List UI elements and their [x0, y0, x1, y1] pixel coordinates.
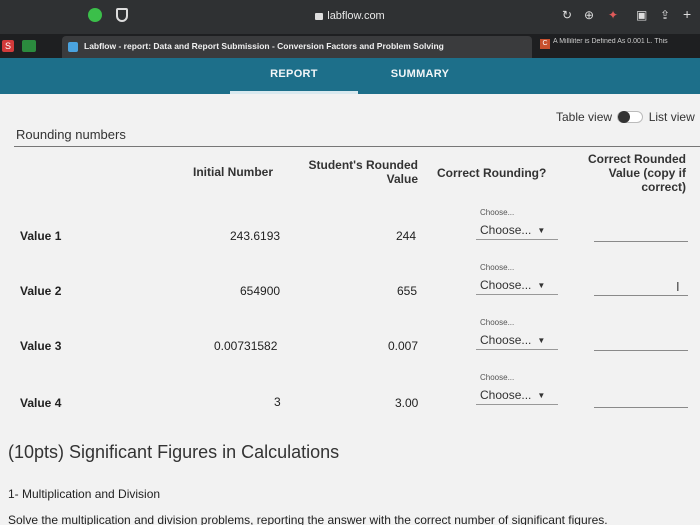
browser-toolbar: labflow.com ↻ ⊕ ✦ ▣ ⇪ + [0, 0, 700, 34]
correct-rounding-select-2[interactable]: Choose... Choose... ▼ [476, 263, 558, 295]
tab-report[interactable]: REPORT [230, 58, 358, 94]
section-divider [14, 146, 700, 147]
labflow-favicon-icon [68, 42, 78, 52]
new-tab-icon[interactable]: + [683, 6, 691, 22]
correct-value-input-4[interactable] [594, 392, 688, 408]
pinned-tab-green-icon[interactable] [22, 40, 36, 52]
chevron-down-icon: ▼ [537, 226, 546, 235]
select-label-4: Choose... [480, 388, 532, 402]
lock-icon [315, 13, 324, 20]
header-copy-line1: Correct Rounded [587, 152, 686, 166]
student-rounded-3: 0.007 [388, 339, 419, 353]
other-tab-title: A Milliliter is Defined As 0.001 L. This [553, 38, 668, 45]
chevron-down-icon: ▼ [537, 391, 546, 400]
header-student-rounded-line1: Student's Rounded [308, 158, 418, 172]
tab-summary[interactable]: SUMMARY [370, 58, 470, 94]
header-student-rounded-line2: Value [386, 172, 418, 186]
header-correct-rounded-value: Correct Rounded Value (copy if correct) [578, 152, 686, 194]
tab-strip: S Labflow - report: Data and Report Subm… [0, 34, 700, 58]
select-hint-4: Choose... [480, 373, 515, 382]
initial-number-1: 243.6193 [230, 229, 281, 243]
text-cursor-icon: I [676, 279, 680, 294]
row-label-value-3: Value 3 [20, 339, 62, 353]
instructions-text: Solve the multiplication and division pr… [8, 513, 608, 525]
select-label-2: Choose... [480, 278, 532, 292]
url-text: labflow.com [327, 10, 385, 22]
share-icon[interactable]: ⇪ [660, 8, 670, 22]
switch-knob [618, 111, 631, 123]
initial-number-4: 3 [274, 395, 281, 409]
tabs-icon[interactable]: ▣ [636, 8, 647, 22]
select-value-4[interactable]: Choose... ▼ [476, 386, 558, 405]
header-copy-line2: Value (copy if [608, 166, 686, 180]
chevron-down-icon: ▼ [537, 281, 546, 290]
address-bar[interactable]: labflow.com [0, 10, 700, 22]
correct-value-input-3[interactable] [594, 335, 688, 351]
select-value-1[interactable]: Choose... ▼ [476, 221, 558, 240]
row-label-value-1: Value 1 [20, 229, 62, 243]
student-rounded-2: 655 [397, 284, 418, 298]
correct-rounding-select-1[interactable]: Choose... Choose... ▼ [476, 208, 558, 240]
row-label-value-2: Value 2 [20, 284, 62, 298]
tab-labflow[interactable]: Labflow - report: Data and Report Submis… [62, 36, 532, 58]
select-hint-2: Choose... [480, 263, 515, 272]
extension-icon[interactable]: ✦ [608, 8, 618, 22]
tab-other[interactable]: CA Milliliter is Defined As 0.001 L. Thi… [540, 38, 700, 56]
student-rounded-4: 3.00 [395, 396, 419, 410]
chevron-down-icon: ▼ [537, 336, 546, 345]
section-title: Rounding numbers [16, 127, 126, 142]
reload-icon[interactable]: ↻ [562, 8, 572, 22]
view-switch[interactable] [617, 111, 644, 123]
tab-title: Labflow - report: Data and Report Submis… [84, 41, 444, 51]
download-icon[interactable]: ⊕ [584, 8, 594, 22]
select-hint-3: Choose... [480, 318, 515, 327]
header-student-rounded: Student's Rounded Value [300, 158, 418, 186]
select-label-3: Choose... [480, 333, 532, 347]
row-label-value-4: Value 4 [20, 396, 62, 410]
student-rounded-1: 244 [396, 229, 417, 243]
correct-rounding-select-4[interactable]: Choose... Choose... ▼ [476, 373, 558, 405]
view-toggle[interactable]: Table view List view [556, 110, 695, 124]
table-view-label: Table view [556, 110, 613, 124]
header-initial-number: Initial Number [193, 165, 274, 179]
initial-number-2: 654900 [240, 284, 281, 298]
pinned-tab-favicon[interactable]: S [2, 40, 14, 52]
list-view-label: List view [648, 110, 695, 124]
subsection-heading: 1- Multiplication and Division [8, 487, 161, 501]
correct-value-input-1[interactable] [594, 226, 688, 242]
correct-value-input-2[interactable] [594, 280, 688, 296]
section-heading-sig-figs: (10pts) Significant Figures in Calculati… [8, 442, 340, 462]
select-value-3[interactable]: Choose... ▼ [476, 331, 558, 350]
chegg-favicon-icon: C [540, 39, 550, 49]
select-hint-1: Choose... [480, 208, 515, 217]
app-nav: REPORT SUMMARY [0, 58, 700, 94]
header-copy-line3: correct) [641, 180, 686, 194]
header-correct-rounding: Correct Rounding? [437, 166, 547, 180]
select-value-2[interactable]: Choose... ▼ [476, 276, 558, 295]
correct-rounding-select-3[interactable]: Choose... Choose... ▼ [476, 318, 558, 350]
select-label-1: Choose... [480, 223, 532, 237]
initial-number-3: 0.00731582 [214, 339, 278, 353]
